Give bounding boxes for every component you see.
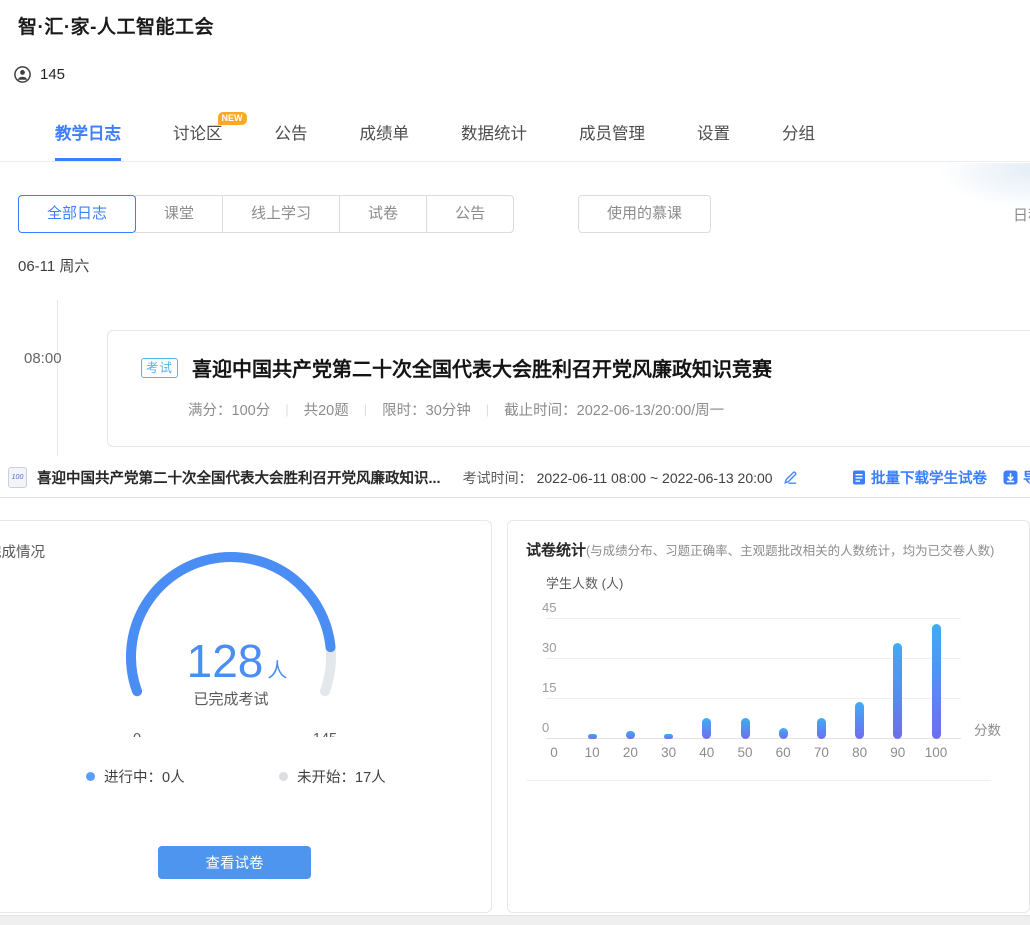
bar-score-30 xyxy=(664,734,673,739)
event-meta-item: 共20题 xyxy=(304,399,349,420)
x-tick-label: 60 xyxy=(766,745,800,760)
used-mooc-button[interactable]: 使用的慕课 xyxy=(578,195,711,233)
legend-not-started: 未开始：17人 xyxy=(279,766,386,787)
batch-download-link[interactable]: 批量下载学生试卷 xyxy=(852,467,987,488)
x-tick-label: 90 xyxy=(881,745,915,760)
y-tick-label: 15 xyxy=(542,680,556,695)
filter-button-4[interactable]: 公告 xyxy=(426,195,514,233)
divider xyxy=(526,780,991,781)
bar-score-20 xyxy=(626,731,635,739)
legend-dot xyxy=(86,772,95,781)
tab-7[interactable]: 分组 xyxy=(782,107,815,161)
bar-score-10 xyxy=(588,734,597,739)
filter-button-1[interactable]: 课堂 xyxy=(135,195,223,233)
exam-time-label: 考试时间： xyxy=(463,468,533,488)
x-tick-label: 40 xyxy=(690,745,724,760)
export-link[interactable]: 导出 xyxy=(1003,467,1030,488)
download-icon xyxy=(1003,470,1018,485)
document-icon xyxy=(852,470,866,485)
legend-in-progress: 进行中：0人 xyxy=(86,766,185,787)
x-tick-label: 20 xyxy=(613,745,647,760)
legend-dot xyxy=(279,772,288,781)
x-tick-label: 80 xyxy=(843,745,877,760)
gauge-max: 145 xyxy=(313,731,337,737)
bar-score-80 xyxy=(855,702,864,739)
event-meta-item: 限时：30分钟 xyxy=(382,399,471,420)
x-tick-label: 30 xyxy=(652,745,686,760)
tab-5[interactable]: 成员管理 xyxy=(579,107,645,161)
stats-card-title: 试卷统计 xyxy=(526,542,586,559)
exam-time-value: 2022-06-11 08:00 ~ 2022-06-13 20:00 xyxy=(537,470,773,486)
log-filter-group: 全部日志课堂线上学习试卷公告 xyxy=(18,195,514,233)
new-badge: NEW xyxy=(218,112,247,125)
bar-score-70 xyxy=(817,718,826,739)
gauge-caption: 已完成考试 xyxy=(193,691,268,708)
filter-button-2[interactable]: 线上学习 xyxy=(222,195,340,233)
legend-label: 进行中：0人 xyxy=(104,766,185,787)
exam-type-badge: 考试 xyxy=(141,358,178,378)
stats-card-subtitle: (与成绩分布、习题正确率、主观题批改相关的人数统计，均为已交卷人数) xyxy=(586,544,994,558)
tab-4[interactable]: 数据统计 xyxy=(461,107,527,161)
tab-0[interactable]: 教学日志 xyxy=(55,107,121,161)
exam-info-bar: 100 喜迎中国共产党第二十次全国代表大会胜利召开党风廉政知识... 考试时间：… xyxy=(0,458,1030,498)
member-count-row: 145 xyxy=(14,66,65,83)
bar-score-50 xyxy=(741,718,750,739)
y-tick-label: 30 xyxy=(542,640,556,655)
exam-paper-icon: 100 xyxy=(8,467,27,488)
completion-card: 完成情况 128人 已完成考试 0 145 进行中：0人 未开始：17人 查看试… xyxy=(0,520,492,913)
chart-x-axis-label: 分数 xyxy=(974,719,1001,739)
exam-bar-title: 喜迎中国共产党第二十次全国代表大会胜利召开党风廉政知识... xyxy=(37,467,441,488)
x-tick-label: 70 xyxy=(804,745,838,760)
paper-stats-card: 试卷统计(与成绩分布、习题正确率、主观题批改相关的人数统计，均为已交卷人数) 学… xyxy=(507,520,1030,913)
legend-label: 未开始：17人 xyxy=(297,766,386,787)
filter-button-0[interactable]: 全部日志 xyxy=(18,195,136,233)
event-meta-item: 截止时间：2022-06-13/20:00/周一 xyxy=(504,399,724,420)
x-tick-label: 0 xyxy=(537,745,571,760)
event-time: 08:00 xyxy=(24,350,62,367)
page-background-strip xyxy=(0,915,1030,925)
y-tick-label: 45 xyxy=(542,600,556,615)
timeline-line xyxy=(57,300,58,456)
y-tick-label: 0 xyxy=(542,720,549,735)
exam-event-meta: 满分：100分|共20题|限时：30分钟|截止时间：2022-06-13/20:… xyxy=(188,399,1030,420)
bar-score-40 xyxy=(702,718,711,739)
tab-2[interactable]: 公告 xyxy=(275,107,308,161)
score-distribution-chart: 01530450102030405060708090100 xyxy=(546,609,966,739)
exam-event-title: 喜迎中国共产党第二十次全国代表大会胜利召开党风廉政知识竞赛 xyxy=(192,353,772,382)
tab-1[interactable]: 讨论区NEW xyxy=(173,107,223,161)
edit-time-icon[interactable] xyxy=(783,470,798,485)
bar-score-90 xyxy=(893,643,902,739)
view-paper-button[interactable]: 查看试卷 xyxy=(158,846,311,879)
exam-event-card[interactable]: 考试 喜迎中国共产党第二十次全国代表大会胜利召开党风廉政知识竞赛 满分：100分… xyxy=(107,330,1030,447)
event-meta-item: 满分：100分 xyxy=(188,399,270,420)
gauge-min: 0 xyxy=(133,731,141,737)
nav-tabs: 教学日志 讨论区NEW 公告 成绩单 数据统计成员管理设置分组 xyxy=(0,107,1030,162)
person-icon xyxy=(14,66,31,83)
timeline-date: 06-11 周六 xyxy=(18,255,89,276)
member-count: 145 xyxy=(40,66,65,83)
bar-score-60 xyxy=(779,728,788,739)
filter-button-3[interactable]: 试卷 xyxy=(339,195,427,233)
bar-score-100 xyxy=(932,624,941,739)
tab-3[interactable]: 成绩单 xyxy=(360,107,410,161)
x-tick-label: 50 xyxy=(728,745,762,760)
background-decoration xyxy=(880,163,1030,233)
completed-count: 128人 xyxy=(187,635,288,687)
chart-y-axis-label: 学生人数 (人) xyxy=(546,573,623,592)
page-title: 智·汇·家-人工智能工会 xyxy=(18,12,214,39)
x-tick-label: 10 xyxy=(575,745,609,760)
x-tick-label: 100 xyxy=(919,745,953,760)
completion-card-title: 完成情况 xyxy=(0,541,45,562)
calendar-view-toggle[interactable]: 日程 xyxy=(1013,204,1030,225)
completion-gauge: 128人 已完成考试 0 145 xyxy=(96,537,366,737)
tab-6[interactable]: 设置 xyxy=(697,107,730,161)
